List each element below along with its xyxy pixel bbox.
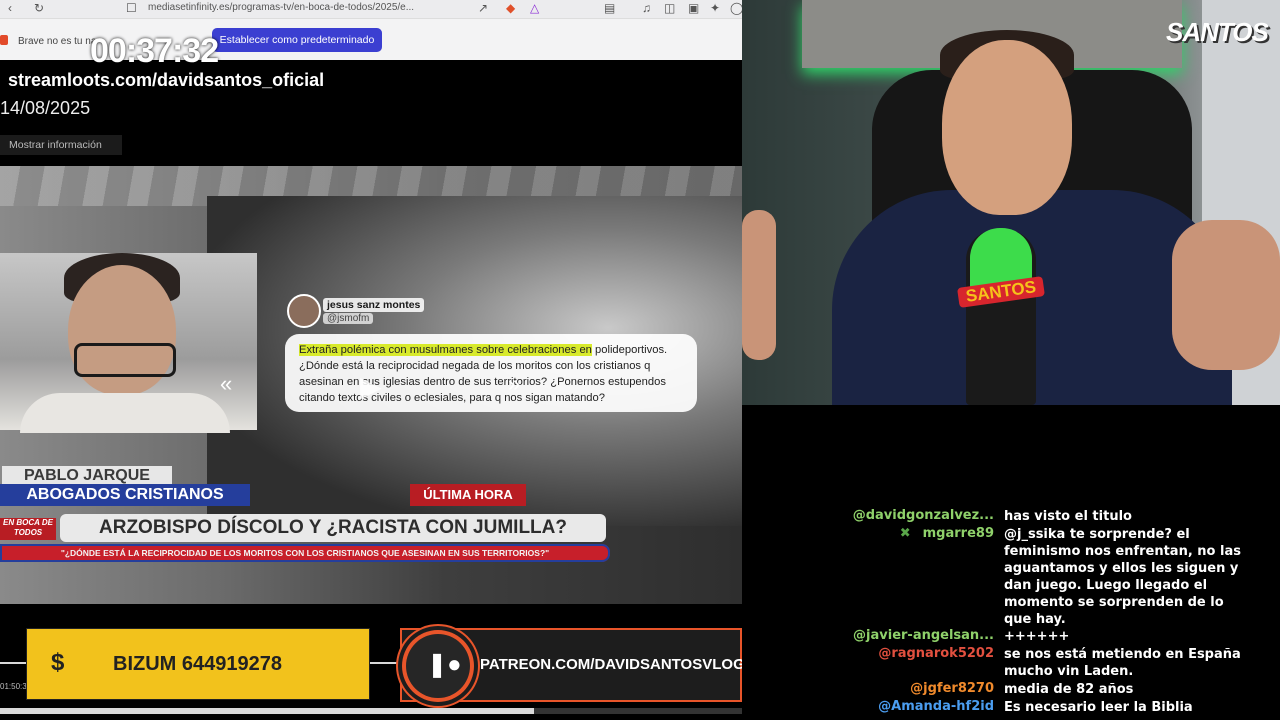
streamer-left-hand — [742, 210, 776, 360]
tweet-card: Extraña polémica con musulmanes sobre ce… — [285, 292, 697, 412]
chat-username-text: @javier-angelsan... — [853, 628, 994, 643]
bizum-banner: $ BIZUM 644919278 — [26, 628, 370, 700]
breaking-news-badge: ÚLTIMA HORA — [410, 484, 526, 506]
guest-org-plate: ABOGADOS CRISTIANOS — [0, 484, 250, 506]
chat-username-text: @jgfer8270 — [910, 681, 994, 696]
chat-username[interactable]: ✖ mgarre89 — [900, 526, 994, 541]
streamer-webcam: SANTOS SANTOS — [742, 0, 1280, 405]
sidebar-icon[interactable]: ◫ — [664, 1, 675, 15]
chat-message-text: has visto el titulo — [1004, 509, 1132, 524]
chat-username-text: @davidgonzalvez... — [852, 508, 994, 523]
previous-icon[interactable]: « — [220, 371, 232, 397]
patreon-banner: ❚● PATREON.COM/DAVIDSANTOSVLOG — [400, 628, 745, 702]
chat-username-text: @Amanda-hf2id — [878, 699, 994, 714]
elapsed-time: 01:50:3 — [0, 682, 27, 691]
chat-username[interactable]: @davidgonzalvez... — [853, 508, 994, 523]
tweet-body: Extraña polémica con musulmanes sobre ce… — [285, 334, 697, 412]
tweet-highlight: Extraña polémica con musulmanes sobre ce… — [299, 344, 592, 356]
video-progress-fill — [0, 708, 535, 714]
play-icon[interactable]: ▶ — [360, 370, 382, 403]
episode-date: 14/08/2025 — [0, 98, 91, 118]
video-progress-bar[interactable] — [0, 708, 742, 714]
chat-username-text: @ragnarok5202 — [878, 646, 994, 661]
chat-message-text: Es necesario leer la Biblia — [1004, 700, 1193, 715]
stream-timer: 00:37:32 — [90, 32, 219, 70]
browser-toolbar: ‹ ↻ ☐ mediasetinfinity.es/programas-tv/e… — [0, 0, 743, 19]
moderator-icon: ✖ — [899, 526, 911, 541]
guest-video-feed — [0, 253, 257, 433]
share-icon[interactable]: ↗ — [478, 1, 488, 15]
tweet-avatar — [287, 294, 321, 328]
show-logo: EN BOCA DE TODOS — [0, 518, 56, 540]
chat-username[interactable]: @javier-angelsan... — [853, 628, 994, 643]
brave-shield-icon[interactable]: ◆ — [506, 1, 515, 15]
lower-third: PABLO JARQUE ABOGADOS CRISTIANOS ÚLTIMA … — [0, 462, 742, 572]
video-player[interactable]: Extraña polémica con musulmanes sobre ce… — [0, 166, 742, 604]
patreon-icon: ❚● — [427, 651, 462, 678]
bookmark-icon[interactable]: ☐ — [126, 1, 137, 15]
address-bar[interactable]: mediasetinfinity.es/programas-tv/en-boca… — [148, 1, 488, 15]
dollar-icon: $ — [51, 649, 65, 676]
live-chat: @davidgonzalvez... has visto el titulo ✖ mg… — [742, 405, 1280, 720]
reload-icon[interactable]: ↻ — [34, 1, 44, 15]
streamloots-url: streamloots.com/davidsantos_oficial — [8, 70, 325, 90]
chat-username-text: mgarre89 — [922, 526, 994, 541]
next-icon[interactable]: » — [508, 371, 520, 397]
reader-icon[interactable]: ▤ — [604, 1, 615, 15]
guest-glasses — [74, 343, 176, 377]
chat-username[interactable]: @Amanda-hf2id — [878, 699, 994, 714]
chat-message-text: @j_ssika te sorprende? el feminismo nos … — [1004, 527, 1241, 627]
default-browser-warning: Brave no es tu na — [18, 36, 97, 47]
chat-username[interactable]: @jgfer8270 — [910, 681, 994, 696]
leo-icon[interactable]: ✦ — [710, 1, 720, 15]
subheadline-banner: "¿DÓNDE ESTÁ LA RECIPROCIDAD DE LOS MORI… — [0, 544, 610, 562]
chat-username[interactable]: @ragnarok5202 — [878, 646, 994, 661]
streamer-face — [942, 40, 1072, 215]
chat-message-text: ++++++ — [1004, 629, 1070, 644]
tweet-author-handle: @jsmofm — [323, 313, 374, 324]
streamer-right-hand — [1172, 220, 1280, 370]
headline-banner: ARZOBISPO DÍSCOLO Y ¿RACISTA CON JUMILLA… — [60, 514, 606, 542]
tweet-author-name: jesus sanz montes — [323, 298, 425, 312]
guest-name-plate: PABLO JARQUE — [2, 466, 172, 486]
tweet-text: Extraña polémica con musulmanes sobre ce… — [299, 342, 691, 406]
show-info-button[interactable]: Mostrar información — [0, 135, 122, 155]
set-default-browser-button[interactable]: Establecer como predeterminado — [212, 28, 382, 52]
guest-shirt — [20, 393, 230, 433]
chat-message-text: media de 82 años — [1004, 682, 1134, 697]
back-icon[interactable]: ‹ — [8, 1, 12, 15]
brave-warning-icon — [0, 35, 8, 45]
music-icon[interactable]: ♫ — [642, 1, 651, 15]
rewards-icon[interactable]: △ — [530, 1, 539, 15]
chat-message-text: se nos está metiendo en España mucho vin… — [1004, 647, 1241, 679]
patreon-label: PATREON.COM/DAVIDSANTOSVLOG — [480, 656, 745, 673]
channel-logo: SANTOS — [1166, 17, 1269, 47]
wallet-icon[interactable]: ▣ — [688, 1, 699, 15]
bizum-label: BIZUM 644919278 — [113, 653, 282, 675]
